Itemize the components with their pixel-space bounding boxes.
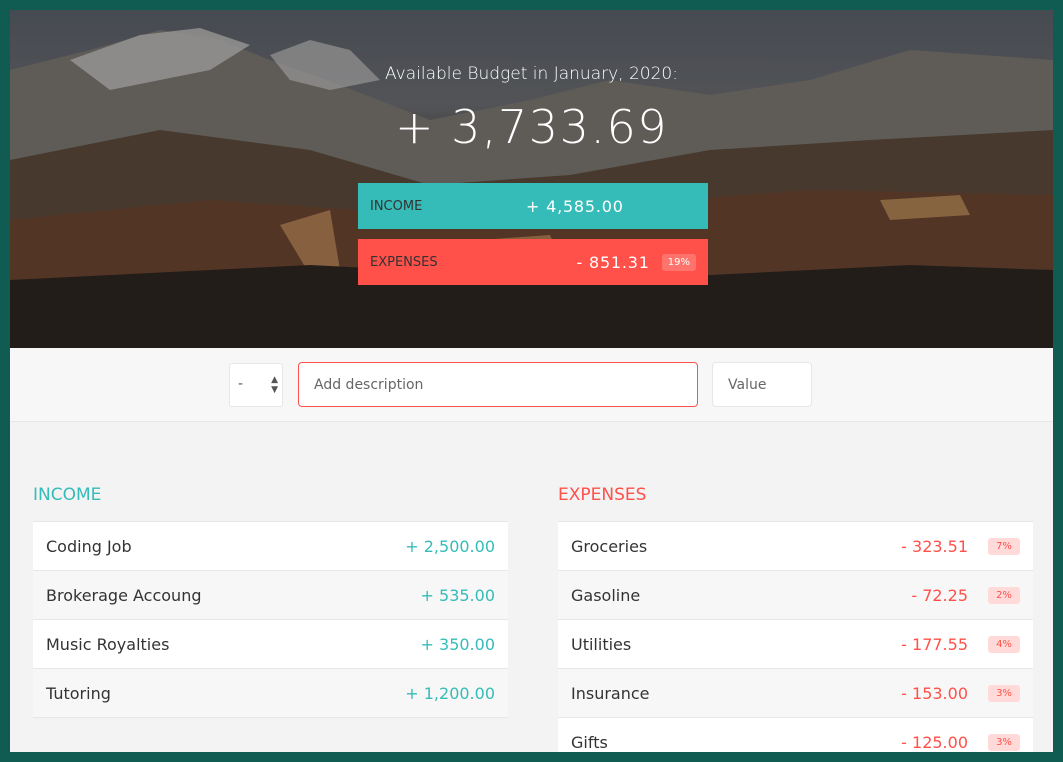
expense-item[interactable]: Gasoline - 72.25 2%: [558, 571, 1033, 620]
expense-item-percentage: 2%: [988, 586, 1020, 604]
income-item-value: + 1,200.00: [405, 683, 495, 703]
income-item-description: Music Royalties: [46, 634, 170, 654]
income-item[interactable]: Brokerage Accoung + 535.00: [33, 571, 508, 620]
income-item-description: Brokerage Accoung: [46, 585, 202, 605]
add-item-bar: - ▲ ▼: [10, 348, 1053, 422]
expense-item-description: Gasoline: [571, 585, 641, 605]
type-select-value: -: [238, 376, 244, 392]
income-item-value: + 350.00: [420, 634, 495, 654]
income-item[interactable]: Coding Job + 2,500.00: [33, 522, 508, 571]
expense-item-description: Insurance: [571, 683, 650, 703]
income-summary-label: Income: [370, 198, 423, 214]
income-item-description: Tutoring: [46, 683, 111, 703]
expense-item[interactable]: Insurance - 153.00 3%: [558, 669, 1033, 718]
expense-item-percentage: 4%: [988, 635, 1020, 653]
expense-item[interactable]: Utilities - 177.55 4%: [558, 620, 1033, 669]
expense-item-description: Gifts: [571, 732, 608, 752]
expenses-percentage-badge: 19%: [661, 253, 696, 271]
budget-value: + 3,733.69: [394, 100, 668, 154]
income-item-value: + 2,500.00: [405, 536, 495, 556]
select-arrows-icon: ▲ ▼: [271, 375, 278, 395]
income-item[interactable]: Music Royalties + 350.00: [33, 620, 508, 669]
expense-item-value: - 72.25: [911, 585, 968, 605]
income-list-title: Income: [33, 485, 102, 505]
expenses-summary-value: - 851.31: [576, 252, 650, 272]
expense-item-percentage: 3%: [988, 684, 1020, 702]
budget-title: Available Budget in January, 2020:: [385, 64, 678, 84]
income-summary: Income + 4,585.00: [358, 183, 708, 229]
income-item-description: Coding Job: [46, 536, 132, 556]
expense-item-value: - 153.00: [901, 683, 968, 703]
income-item[interactable]: Tutoring + 1,200.00: [33, 669, 508, 718]
expenses-list-title: Expenses: [558, 485, 647, 505]
expense-item[interactable]: Groceries - 323.51 7%: [558, 522, 1033, 571]
budget-app: Available Budget in January, 2020: + 3,7…: [10, 10, 1053, 752]
expense-item-percentage: 3%: [988, 733, 1020, 751]
expense-item[interactable]: Gifts - 125.00 3%: [558, 718, 1033, 752]
expenses-list: Groceries - 323.51 7% Gasoline - 72.25 2…: [558, 521, 1033, 752]
income-item-value: + 535.00: [420, 585, 495, 605]
income-list: Coding Job + 2,500.00 Brokerage Accoung …: [33, 521, 508, 718]
expense-item-description: Groceries: [571, 536, 648, 556]
income-summary-value: + 4,585.00: [526, 196, 624, 216]
expense-item-percentage: 7%: [988, 537, 1020, 555]
type-select[interactable]: - ▲ ▼: [229, 363, 283, 407]
expenses-summary: Expenses - 851.31 19%: [358, 239, 708, 285]
expense-item-value: - 177.55: [901, 634, 968, 654]
expenses-summary-label: Expenses: [370, 254, 438, 270]
hero-banner: Available Budget in January, 2020: + 3,7…: [10, 10, 1053, 348]
description-input[interactable]: [298, 362, 698, 407]
expense-item-value: - 125.00: [901, 732, 968, 752]
expense-item-description: Utilities: [571, 634, 632, 654]
expense-item-value: - 323.51: [901, 536, 968, 556]
value-input[interactable]: [712, 362, 812, 407]
